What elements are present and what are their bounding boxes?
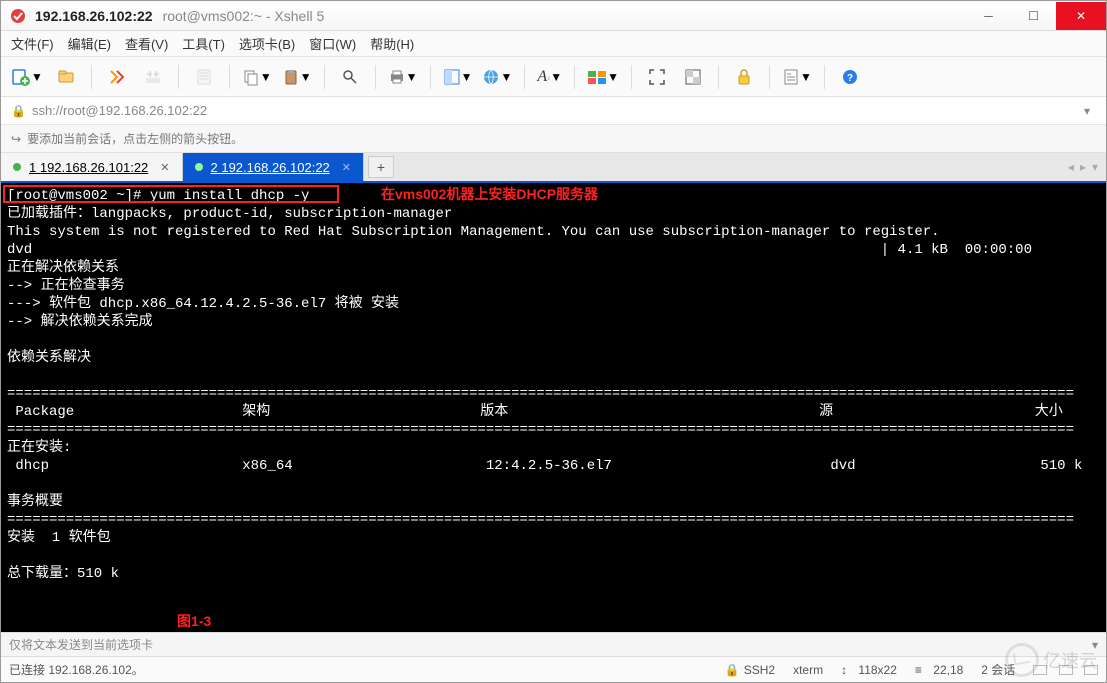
watermark-icon	[1005, 643, 1039, 677]
session-tab-1[interactable]: 1 192.168.26.101:22 ✕	[1, 153, 183, 181]
lock-icon: 🔒	[11, 104, 26, 118]
terminal-hr: ========================================…	[7, 386, 1074, 402]
menu-window[interactable]: 窗口(W)	[309, 34, 356, 53]
new-tab-button[interactable]: +	[368, 156, 394, 178]
window-title-sub: root@vms002:~ - Xshell 5	[163, 8, 325, 24]
help-button[interactable]: ?	[837, 64, 863, 90]
annotation-text-1: 在vms002机器上安装DHCP服务器	[381, 185, 598, 203]
open-button[interactable]	[53, 64, 79, 90]
session-tab-label: 2 192.168.26.102:22	[211, 160, 330, 175]
menu-tools[interactable]: 工具(T)	[182, 34, 225, 53]
reconnect-button[interactable]	[104, 64, 130, 90]
tab-bar: 1 192.168.26.101:22 ✕ 2 192.168.26.102:2…	[1, 153, 1106, 183]
lock-button[interactable]	[731, 64, 757, 90]
toolbar: ▼ ▼ ▼ ▼ ▼ ▼ A₂▼ ▼ ▼ ?	[1, 57, 1106, 97]
address-url[interactable]: ssh://root@192.168.26.102:22	[32, 103, 1072, 118]
new-session-button[interactable]: ▼	[11, 67, 43, 87]
send-mode-text: 仅将文本发送到当前选项卡	[9, 636, 153, 653]
hint-text: 要添加当前会话，点击左侧的箭头按钮。	[27, 130, 243, 147]
properties-button[interactable]	[191, 64, 217, 90]
address-bar: 🔒 ssh://root@192.168.26.102:22 ▾	[1, 97, 1106, 125]
tab-next-icon[interactable]: ▸	[1080, 160, 1086, 174]
minimize-button[interactable]: ─	[966, 2, 1011, 30]
status-bar: 已连接 192.168.26.102。 🔒SSH2 xterm ↕ 118x22…	[1, 656, 1106, 682]
menu-tabs[interactable]: 选项卡(B)	[239, 34, 295, 53]
terminal-hr: ========================================…	[7, 422, 1074, 438]
session-status-dot-icon	[13, 163, 21, 171]
terminal-hr: ========================================…	[7, 512, 1074, 528]
tab-close-icon[interactable]: ✕	[160, 161, 169, 174]
tab-nav: ◂ ▸ ▾	[1068, 153, 1106, 181]
menu-bar: 文件(F) 编辑(E) 查看(V) 工具(T) 选项卡(B) 窗口(W) 帮助(…	[1, 31, 1106, 57]
add-session-arrow-icon[interactable]: ↪	[11, 132, 21, 146]
terminal-output-block1: 已加载插件：langpacks, product-id, subscriptio…	[7, 206, 1032, 366]
menu-help[interactable]: 帮助(H)	[370, 34, 414, 53]
cursor-pos: ≡ 22,18	[915, 663, 963, 677]
terminal-output-block3: 安装 1 软件包 总下载量：510 k	[7, 530, 119, 582]
watermark-text: 亿速云	[1043, 647, 1097, 673]
watermark: 亿速云	[1005, 643, 1097, 677]
protocol-icon: 🔒	[725, 663, 740, 677]
send-mode-bar[interactable]: 仅将文本发送到当前选项卡 ▾	[1, 632, 1106, 656]
session-tab-label: 1 192.168.26.101:22	[29, 160, 148, 175]
terminal-output-block2: 事务概要	[7, 494, 63, 510]
maximize-button[interactable]: ☐	[1011, 2, 1056, 30]
find-button[interactable]	[337, 64, 363, 90]
menu-edit[interactable]: 编辑(E)	[68, 34, 111, 53]
svg-text:?: ?	[847, 73, 853, 84]
tab-close-icon[interactable]: ✕	[342, 161, 351, 174]
tab-prev-icon[interactable]: ◂	[1068, 160, 1074, 174]
term-type: xterm	[793, 663, 823, 677]
font-button[interactable]: A₂▼	[537, 68, 562, 86]
menu-view[interactable]: 查看(V)	[125, 34, 168, 53]
transparent-button[interactable]	[680, 64, 706, 90]
print-button[interactable]: ▼	[388, 68, 418, 86]
title-bar: 192.168.26.102:22 root@vms002:~ - Xshell…	[1, 1, 1106, 31]
terminal[interactable]: [root@vms002 ~]# yum install dhcp -y 已加载…	[1, 183, 1106, 632]
copy-button[interactable]: ▼	[242, 68, 272, 86]
disconnect-button[interactable]	[140, 64, 166, 90]
paste-button[interactable]: ▼	[282, 68, 312, 86]
layout-button[interactable]: ▼	[443, 68, 473, 86]
window-title-host: 192.168.26.102:22	[35, 8, 153, 24]
script-button[interactable]: ▼	[782, 68, 812, 86]
globe-button[interactable]: ▼	[482, 68, 512, 86]
session-status-dot-icon	[195, 163, 203, 171]
hint-bar: ↪ 要添加当前会话，点击左侧的箭头按钮。	[1, 125, 1106, 153]
annotation-text-2: 图1-3	[177, 612, 211, 630]
fullscreen-button[interactable]	[644, 64, 670, 90]
app-icon	[9, 7, 27, 25]
close-button[interactable]: ✕	[1056, 2, 1106, 30]
terminal-table-row: dhcp x86_64 12:4.2.5-36.el7 dvd 510 k	[7, 458, 1082, 474]
terminal-table-header: Package 架构 版本 源 大小	[7, 404, 1063, 420]
menu-file[interactable]: 文件(F)	[11, 34, 54, 53]
protocol-status: 🔒SSH2	[725, 663, 775, 677]
connection-status: 已连接 192.168.26.102。	[9, 661, 144, 678]
terminal-install-label: 正在安装:	[7, 440, 71, 456]
session-tab-2[interactable]: 2 192.168.26.102:22 ✕	[183, 153, 365, 181]
color-scheme-button[interactable]: ▼	[587, 68, 619, 86]
term-size: ↕ 118x22	[841, 663, 897, 677]
tab-list-icon[interactable]: ▾	[1092, 160, 1098, 174]
annotation-box	[3, 185, 339, 203]
address-history-dropdown[interactable]: ▾	[1078, 104, 1096, 118]
